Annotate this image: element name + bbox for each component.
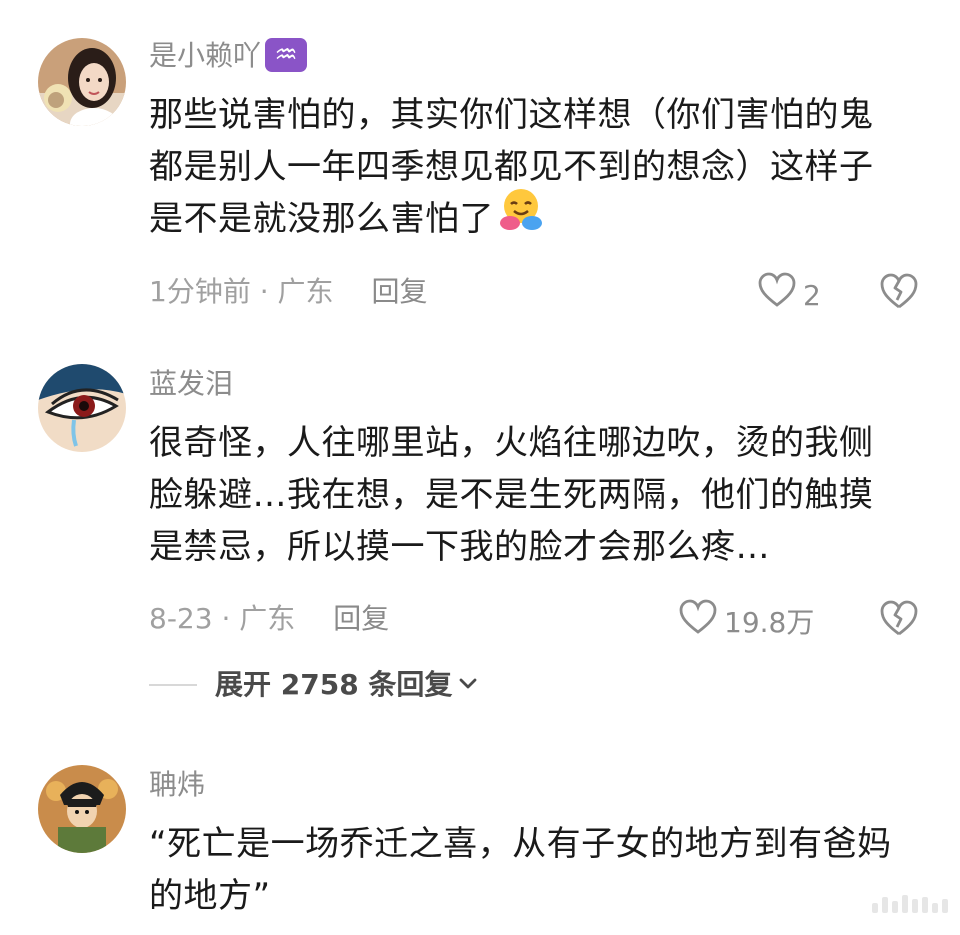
avatar[interactable] (38, 38, 126, 126)
heart-outline-icon (678, 599, 718, 646)
divider (149, 684, 197, 686)
like-count: 2 (803, 278, 821, 312)
heart-outline-icon (757, 272, 797, 319)
dislike-button[interactable] (878, 599, 920, 641)
like-button[interactable]: 2 (757, 272, 821, 319)
time-location: 1分钟前 · 广东 (149, 275, 334, 308)
dislike-button[interactable] (878, 272, 920, 314)
time-location: 8-23 · 广东 (149, 602, 296, 635)
expand-replies-label: 展开 2758 条回复 (215, 668, 453, 701)
comment-line: 很奇怪，人往哪里站，火焰往哪边吹，烫的我侧 (149, 423, 874, 463)
comment-line: 那些说害怕的，其实你们这样想（你们害怕的鬼 (149, 95, 874, 135)
username-text[interactable]: 是小赖吖 (149, 39, 261, 72)
comment-text: 很奇怪，人往哪里站，火焰往哪边吹，烫的我侧 脸躲避…我在想，是不是生死两隔，他们… (149, 417, 929, 573)
comment-line: “死亡是一场乔迁之喜，从有子女的地方到有爸妈 (149, 824, 892, 864)
comment-line: 的地方” (149, 876, 271, 916)
expand-replies-button[interactable]: 展开 2758 条回复 (149, 660, 478, 710)
chevron-down-icon (458, 676, 478, 695)
broken-heart-icon (880, 600, 918, 636)
avatar[interactable] (38, 765, 126, 853)
username-text[interactable]: 聃炜 (149, 768, 205, 801)
reply-button[interactable]: 回复 (372, 275, 428, 308)
aquarius-badge-icon: ♒ (265, 38, 308, 72)
comment-line: 是禁忌，所以摸一下我的脸才会那么疼… (149, 527, 770, 567)
comment-meta: 1分钟前 · 广东 回复 (149, 272, 428, 312)
hugging-face-emoji (498, 186, 544, 247)
avatar[interactable] (38, 364, 126, 452)
comment-meta: 8-23 · 广东 回复 (149, 599, 389, 639)
reply-button[interactable]: 回复 (333, 602, 389, 635)
username-text[interactable]: 蓝发泪 (149, 367, 233, 400)
comment-text: “死亡是一场乔迁之喜，从有子女的地方到有爸妈 的地方” (149, 818, 929, 922)
username[interactable]: 是小赖吖 ♒ (149, 36, 308, 76)
comment-line: 脸躲避…我在想，是不是生死两隔，他们的触摸 (149, 475, 874, 515)
like-button[interactable]: 19.8万 (678, 599, 814, 646)
comment-text: 那些说害怕的，其实你们这样想（你们害怕的鬼 都是别人一年四季想见都见不到的想念）… (149, 89, 929, 247)
watermark (872, 895, 948, 913)
username[interactable]: 聃炜 (149, 765, 205, 805)
username[interactable]: 蓝发泪 (149, 364, 233, 404)
comment-line: 是不是就没那么害怕了 (149, 199, 494, 239)
like-count: 19.8万 (724, 605, 815, 639)
broken-heart-icon (880, 273, 918, 309)
